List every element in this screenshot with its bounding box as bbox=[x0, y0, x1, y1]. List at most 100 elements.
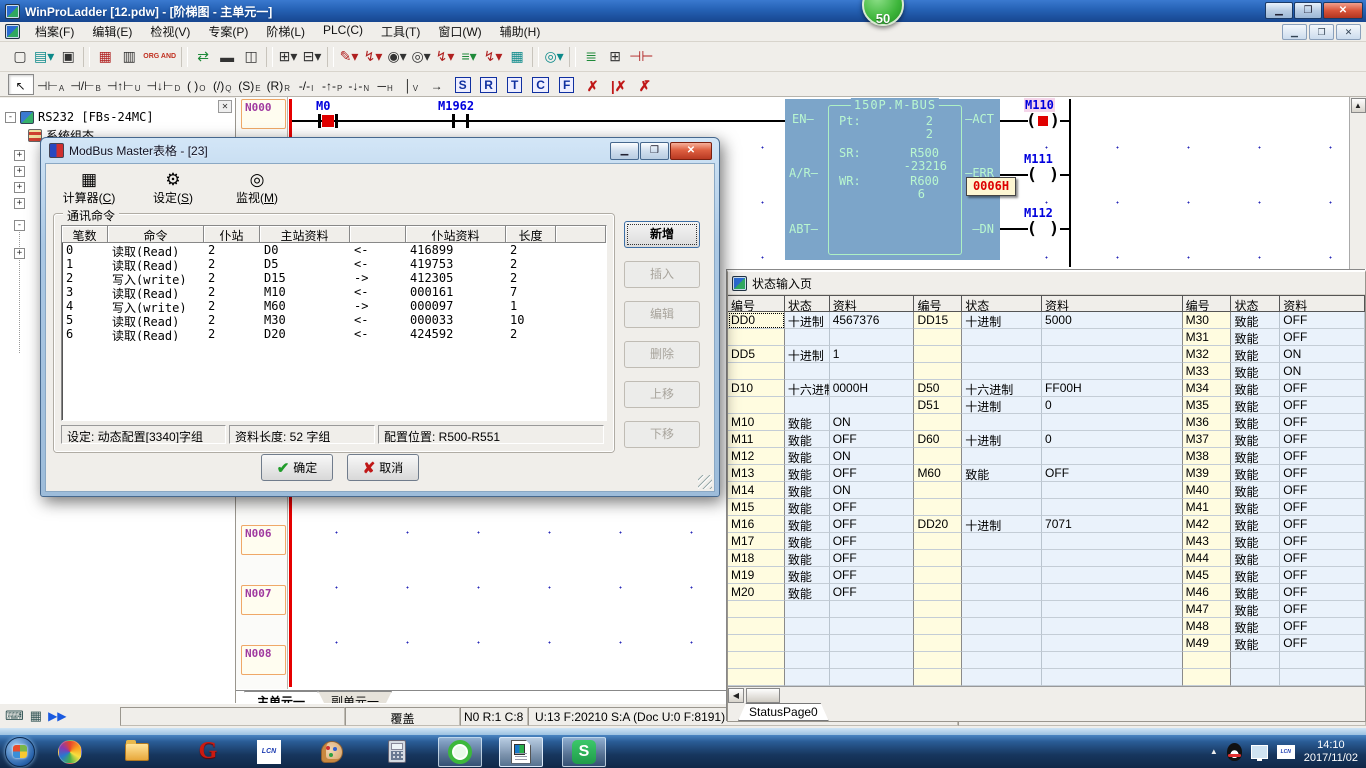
ladder-tool-button[interactable]: (R)R bbox=[264, 74, 293, 95]
toolbar-icon[interactable]: ◉▾ bbox=[385, 45, 409, 69]
cell-status[interactable]: 致能 bbox=[1231, 550, 1280, 567]
ladder-tool-button[interactable]: ⊣↑⊢U bbox=[104, 74, 144, 95]
cell-id[interactable]: M14 bbox=[728, 482, 785, 499]
ladder-tool-button[interactable]: (S)E bbox=[235, 74, 263, 95]
cell-id[interactable]: M39 bbox=[1183, 465, 1232, 482]
cell-status[interactable]: 致能 bbox=[962, 465, 1042, 482]
tab-statuspage0[interactable]: StatusPage0 bbox=[738, 703, 829, 721]
cell-id[interactable] bbox=[914, 618, 962, 635]
cell-data[interactable] bbox=[1042, 414, 1183, 431]
taskbar-item-calculator[interactable] bbox=[375, 737, 419, 767]
ladder-tool-button[interactable]: S bbox=[450, 74, 476, 95]
toolbar-icon[interactable] bbox=[569, 47, 576, 67]
menu-item[interactable]: 专案(P) bbox=[199, 21, 257, 42]
cell-status[interactable]: 致能 bbox=[785, 516, 830, 533]
cell-status[interactable]: 致能 bbox=[1231, 465, 1280, 482]
ladder-tool-button[interactable]: (/)Q bbox=[209, 74, 235, 95]
cell-data[interactable] bbox=[1042, 329, 1183, 346]
cell-id[interactable] bbox=[914, 499, 962, 516]
scroll-up-icon[interactable]: ▲ bbox=[1351, 98, 1366, 113]
status-table-row[interactable]: M20 致能 OFF M46 致能 OFF bbox=[728, 584, 1365, 601]
cell-status[interactable] bbox=[962, 533, 1042, 550]
cell-status[interactable]: 致能 bbox=[1231, 380, 1280, 397]
ladder-tool-button[interactable]: ⊣↓⊢D bbox=[144, 74, 184, 95]
cell-status[interactable] bbox=[962, 618, 1042, 635]
toolbar-icon[interactable]: ▣ bbox=[56, 45, 80, 69]
cell-status[interactable]: 致能 bbox=[1231, 533, 1280, 550]
cell-data[interactable]: OFF bbox=[1280, 618, 1365, 635]
cell-id[interactable]: M42 bbox=[1183, 516, 1232, 533]
cell-status[interactable]: 致能 bbox=[785, 482, 830, 499]
start-button[interactable] bbox=[5, 737, 35, 767]
dialog-toolbar-button[interactable]: ◎ 监视(M) bbox=[222, 167, 292, 209]
cell-data[interactable]: OFF bbox=[1280, 635, 1365, 652]
cell-status[interactable]: 致能 bbox=[1231, 516, 1280, 533]
table-action-button[interactable]: 删除 bbox=[624, 341, 700, 368]
cell-data[interactable]: OFF bbox=[1280, 550, 1365, 567]
status-table-row[interactable]: M15 致能 OFF M41 致能 OFF bbox=[728, 499, 1365, 516]
cell-data[interactable] bbox=[1042, 533, 1183, 550]
cell-id[interactable]: M40 bbox=[1183, 482, 1232, 499]
cell-id[interactable]: M12 bbox=[728, 448, 785, 465]
cell-data[interactable] bbox=[830, 329, 915, 346]
cell-id[interactable]: M10 bbox=[728, 414, 785, 431]
lcn-tray-icon[interactable]: LCN bbox=[1277, 745, 1295, 759]
status-table-row[interactable]: M17 致能 OFF M43 致能 OFF bbox=[728, 533, 1365, 550]
cell-data[interactable] bbox=[830, 363, 915, 380]
cell-id[interactable] bbox=[914, 448, 962, 465]
status-table-row[interactable]: M12 致能 ON M38 致能 OFF bbox=[728, 448, 1365, 465]
cell-id[interactable]: M20 bbox=[728, 584, 785, 601]
status-table-row[interactable]: M48 致能 OFF bbox=[728, 618, 1365, 635]
toolbar-icon[interactable]: ⊞ bbox=[603, 45, 627, 69]
cell-data[interactable]: 7071 bbox=[1042, 516, 1183, 533]
ladder-tool-button[interactable]: ✗̄ bbox=[632, 74, 658, 95]
cell-id[interactable] bbox=[914, 533, 962, 550]
cell-status[interactable]: 致能 bbox=[1231, 584, 1280, 601]
command-row[interactable]: 5 读取(Read) 2 M30 <- 000033 10 bbox=[62, 313, 606, 327]
cell-data[interactable] bbox=[1042, 584, 1183, 601]
cell-status[interactable] bbox=[1231, 669, 1280, 686]
cell-status[interactable]: 致能 bbox=[785, 465, 830, 482]
cell-data[interactable] bbox=[1042, 499, 1183, 516]
cell-status[interactable] bbox=[962, 550, 1042, 567]
cell-id[interactable]: M45 bbox=[1183, 567, 1232, 584]
taskbar-item-explorer[interactable] bbox=[115, 737, 159, 767]
ladder-tool-button[interactable]: -/-I bbox=[293, 74, 319, 95]
ladder-tool-button[interactable]: T bbox=[502, 74, 528, 95]
cell-id[interactable]: M60 bbox=[914, 465, 962, 482]
ladder-tool-button[interactable]: ↖ bbox=[8, 74, 34, 95]
cell-id[interactable] bbox=[914, 414, 962, 431]
qq-icon[interactable] bbox=[1227, 743, 1242, 761]
ladder-tool-button[interactable]: ⊣⊢A bbox=[34, 74, 67, 95]
run-icon[interactable]: ▶▶ bbox=[48, 709, 66, 723]
mdi-minimize-button[interactable]: ▁ bbox=[1282, 24, 1307, 40]
cell-status[interactable]: 致能 bbox=[1231, 635, 1280, 652]
cell-id[interactable]: M48 bbox=[1183, 618, 1232, 635]
ladder-tool-button[interactable]: ✗ bbox=[580, 74, 606, 95]
ladder-tool-button[interactable]: -↓-N bbox=[345, 74, 372, 95]
cell-id[interactable]: M35 bbox=[1183, 397, 1232, 414]
toolbar-icon[interactable]: ⊞▾ bbox=[276, 45, 300, 69]
minimize-button[interactable]: ▁ bbox=[1265, 2, 1293, 19]
status-table-row[interactable]: D10 十六进制 0000H D50 十六进制 FF00H M34 致能 OFF bbox=[728, 380, 1365, 397]
cell-status[interactable]: 致能 bbox=[785, 448, 830, 465]
cell-data[interactable] bbox=[1042, 550, 1183, 567]
cell-data[interactable]: OFF bbox=[1280, 465, 1365, 482]
status-table-row[interactable]: M19 致能 OFF M45 致能 OFF bbox=[728, 567, 1365, 584]
status-table-row[interactable]: M16 致能 OFF DD20 十进制 7071 M42 致能 OFF bbox=[728, 516, 1365, 533]
taskbar-item-sogou[interactable] bbox=[48, 737, 92, 767]
cell-data[interactable]: OFF bbox=[1280, 601, 1365, 618]
cell-status[interactable] bbox=[962, 499, 1042, 516]
cell-id[interactable] bbox=[1183, 669, 1232, 686]
cell-status[interactable]: 致能 bbox=[785, 499, 830, 516]
toolbar-icon[interactable]: ↯▾ bbox=[361, 45, 385, 69]
menu-item[interactable]: 档案(F) bbox=[26, 21, 83, 42]
dialog-maximize-button[interactable]: ❐ bbox=[640, 142, 669, 160]
toolbar-icon[interactable]: ◎▾ bbox=[409, 45, 433, 69]
cell-id[interactable]: M18 bbox=[728, 550, 785, 567]
expand-icon[interactable]: + bbox=[14, 248, 25, 259]
cell-status[interactable]: 十六进制 bbox=[962, 380, 1042, 397]
cell-status[interactable]: 致能 bbox=[1231, 329, 1280, 346]
cell-status[interactable]: 致能 bbox=[1231, 397, 1280, 414]
network-label[interactable]: N006 bbox=[241, 525, 286, 555]
